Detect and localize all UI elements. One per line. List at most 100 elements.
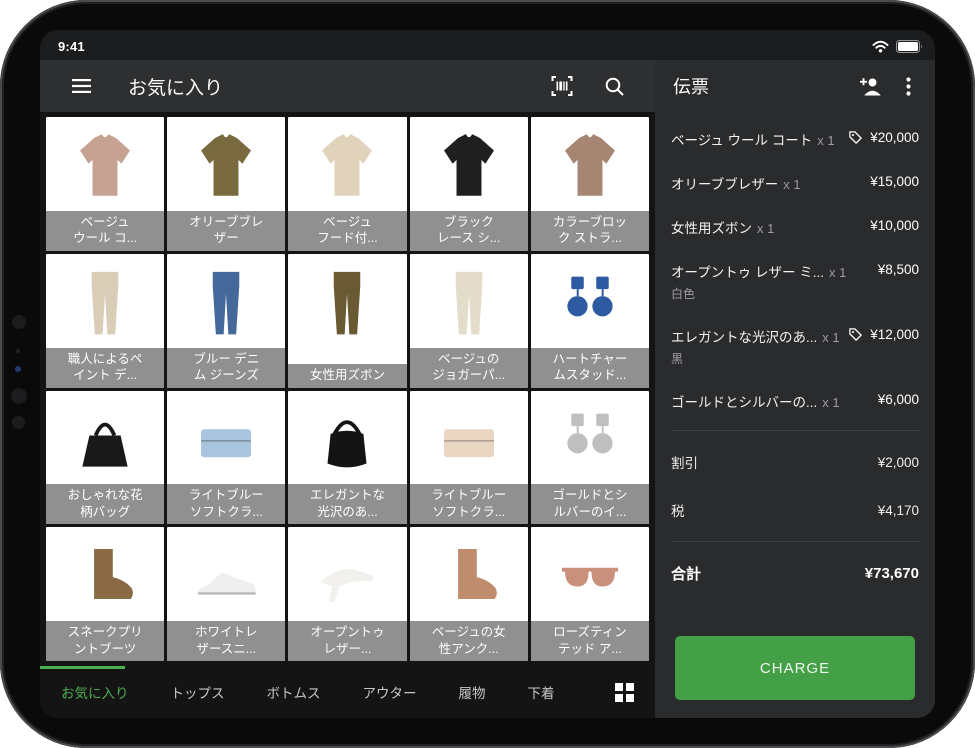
- active-tab-indicator: [40, 666, 125, 669]
- product-label: ブルー デニ ム ジーンズ: [167, 348, 285, 388]
- item-quantity: x 1: [783, 177, 800, 192]
- barcode-scan-button[interactable]: [545, 69, 579, 103]
- product-label: オープントゥ レザー...: [288, 621, 406, 661]
- soft-clutch-icon: [430, 400, 508, 480]
- tab-favorites[interactable]: お気に入り: [40, 682, 150, 702]
- product-tile[interactable]: ベージュの女 性アンク...: [410, 527, 528, 661]
- total-label: 合計: [671, 563, 701, 584]
- ticket-item[interactable]: ベージュ ウール コートx 1¥20,000: [671, 117, 919, 161]
- item-price: ¥6,000: [878, 392, 919, 407]
- tab-3[interactable]: アウター: [342, 682, 438, 702]
- product-label: 職人によるペ イント デ...: [46, 348, 164, 388]
- tab-4[interactable]: 履物: [438, 682, 507, 702]
- product-grid: ベージュ ウール コ...オリーブブレ ザーベージュ フード付...ブラック レ…: [40, 112, 655, 666]
- product-label: ハートチャー ムスタッド...: [531, 348, 649, 388]
- grid-view-icon[interactable]: [607, 675, 641, 709]
- product-tile[interactable]: カラーブロッ ク ストラ...: [531, 117, 649, 251]
- item-price: ¥15,000: [870, 174, 919, 189]
- product-tile[interactable]: ライトブルー ソフトクラ...: [410, 391, 528, 525]
- product-tile[interactable]: ベージュ ウール コ...: [46, 117, 164, 251]
- item-name: 女性用ズボンx 1: [671, 217, 862, 237]
- total-amount: ¥73,670: [865, 565, 919, 582]
- tax-label: 税: [671, 500, 685, 520]
- tag-icon: [848, 327, 863, 342]
- item-quantity: x 1: [817, 133, 834, 148]
- item-variant: 黒: [671, 350, 840, 367]
- heart-earrings-icon: [551, 263, 629, 343]
- item-price: ¥20,000: [870, 130, 919, 145]
- blazer-icon: [187, 126, 265, 206]
- product-label: カラーブロッ ク ストラ...: [531, 211, 649, 251]
- discount-label: 割引: [671, 452, 698, 472]
- product-tile[interactable]: ゴールドとシ ルバーのイ...: [531, 391, 649, 525]
- add-customer-icon[interactable]: [853, 69, 887, 103]
- item-name: オリーブブレザーx 1: [671, 173, 862, 193]
- front-camera-dot: [12, 315, 26, 329]
- jeans-icon: [187, 263, 265, 343]
- item-name: ゴールドとシルバーの...x 1: [671, 391, 870, 411]
- search-icon[interactable]: [597, 69, 631, 103]
- catalog-section: お気に入り: [40, 60, 655, 718]
- item-quantity: x 1: [822, 330, 839, 345]
- discount-row[interactable]: 割引 ¥2,000: [655, 438, 935, 486]
- ticket-panel: 伝票: [655, 60, 935, 718]
- product-tile[interactable]: エレガントな 光沢のあ...: [288, 391, 406, 525]
- ticket-divider: [671, 430, 919, 431]
- overflow-menu-icon[interactable]: [891, 69, 925, 103]
- mule-icon: [308, 537, 386, 617]
- tab-2[interactable]: ボトムス: [246, 682, 342, 702]
- product-tile[interactable]: オープントゥ レザー...: [288, 527, 406, 661]
- product-tile[interactable]: ローズティン テッド ア...: [531, 527, 649, 661]
- product-label: オリーブブレ ザー: [167, 211, 285, 251]
- product-label: ベージュ ウール コ...: [46, 211, 164, 251]
- item-quantity: x 1: [829, 265, 846, 280]
- product-tile[interactable]: ホワイトレ ザースニ...: [167, 527, 285, 661]
- discount-amount: ¥2,000: [878, 455, 919, 470]
- product-tile[interactable]: 女性用ズボン: [288, 254, 406, 388]
- product-tile[interactable]: ベージュの ジョガーパ...: [410, 254, 528, 388]
- item-price: ¥12,000: [870, 327, 919, 342]
- item-price: ¥8,500: [878, 262, 919, 277]
- product-tile[interactable]: 職人によるペ イント デ...: [46, 254, 164, 388]
- battery-icon: [896, 40, 923, 53]
- product-tile[interactable]: ライトブルー ソフトクラ...: [167, 391, 285, 525]
- product-label: ベージュ フード付...: [288, 211, 406, 251]
- ticket-item[interactable]: オリーブブレザーx 1 ¥15,000: [671, 161, 919, 205]
- indicator-dot: [15, 366, 21, 372]
- product-tile[interactable]: ブルー デニ ム ジーンズ: [167, 254, 285, 388]
- page-title: お気に入り: [128, 73, 223, 100]
- product-label: ローズティン テッド ア...: [531, 621, 649, 661]
- product-tile[interactable]: ブラック レース シ...: [410, 117, 528, 251]
- tab-1[interactable]: トップス: [150, 682, 246, 702]
- tax-amount: ¥4,170: [878, 503, 919, 518]
- item-quantity: x 1: [757, 221, 774, 236]
- product-tile[interactable]: オリーブブレ ザー: [167, 117, 285, 251]
- tax-row[interactable]: 税 ¥4,170: [655, 486, 935, 534]
- ticket-item[interactable]: エレガントな光沢のあ...x 1黒¥12,000: [671, 314, 919, 379]
- ticket-item[interactable]: ゴールドとシルバーの...x 1 ¥6,000: [671, 379, 919, 423]
- ticket-header: 伝票: [655, 60, 935, 112]
- product-label: おしゃれな花 柄バッグ: [46, 484, 164, 524]
- product-label: スネークプリ ントブーツ: [46, 621, 164, 661]
- product-tile[interactable]: ベージュ フード付...: [288, 117, 406, 251]
- product-tile[interactable]: スネークプリ ントブーツ: [46, 527, 164, 661]
- product-label: ベージュの女 性アンク...: [410, 621, 528, 661]
- menu-button[interactable]: [64, 69, 98, 103]
- ticket-divider-2: [671, 541, 919, 542]
- charge-button[interactable]: CHARGE: [675, 636, 915, 700]
- sensor-dot-2: [12, 416, 25, 429]
- sunglasses-icon: [551, 537, 629, 617]
- product-tile[interactable]: ハートチャー ムスタッド...: [531, 254, 649, 388]
- ticket-item[interactable]: オープントゥ レザー ミ...x 1白色¥8,500: [671, 249, 919, 314]
- product-label: ライトブルー ソフトクラ...: [167, 484, 285, 524]
- product-label: ブラック レース シ...: [410, 211, 528, 251]
- product-label: ゴールドとシ ルバーのイ...: [531, 484, 649, 524]
- tab-5[interactable]: 下着: [507, 682, 576, 702]
- lace-shirt-icon: [430, 126, 508, 206]
- wifi-icon: [872, 40, 889, 53]
- ticket-item[interactable]: 女性用ズボンx 1¥10,000: [671, 205, 919, 249]
- ipad-mockup: 9:41: [0, 0, 975, 748]
- clutch-icon: [187, 400, 265, 480]
- category-tab-bar: お気に入りトップスボトムスアウター履物下着: [40, 666, 655, 718]
- product-tile[interactable]: おしゃれな花 柄バッグ: [46, 391, 164, 525]
